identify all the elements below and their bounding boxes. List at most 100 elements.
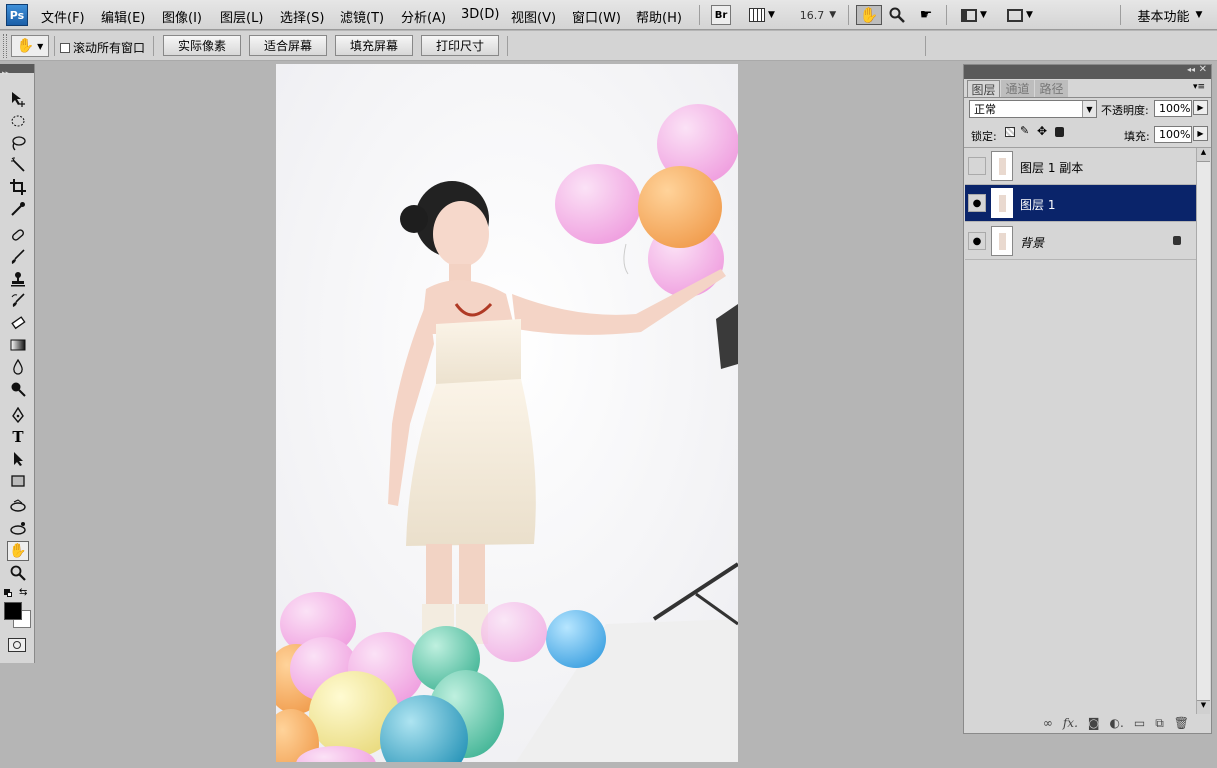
hand-icon: ✋ xyxy=(859,6,879,24)
fit-screen-button[interactable]: 适合屏幕 xyxy=(249,35,327,56)
crop-tool[interactable] xyxy=(7,177,29,197)
delete-layer-icon[interactable]: 🗑 xyxy=(1174,716,1189,730)
bridge-button[interactable]: Br xyxy=(711,5,731,25)
fill-slider-button[interactable]: ▶ xyxy=(1193,126,1208,141)
menu-3d[interactable]: 3D(D) xyxy=(461,7,499,22)
menu-layer[interactable]: 图层(L) xyxy=(220,7,263,26)
tool-preset-picker[interactable]: ✋ ▼ xyxy=(11,35,49,57)
layer-thumbnail xyxy=(991,188,1013,218)
hand-tool-button[interactable]: ✋ xyxy=(856,5,882,25)
opacity-label: 不透明度: xyxy=(1101,104,1149,117)
eye-icon[interactable]: ● xyxy=(968,232,986,250)
adjustment-layer-icon[interactable]: ◐. xyxy=(1110,716,1124,730)
layer-style-icon[interactable]: fx. xyxy=(1063,716,1078,730)
scroll-down-icon[interactable]: ▼ xyxy=(1197,700,1210,714)
menu-file[interactable]: 文件(F) xyxy=(41,7,85,26)
screen-mode-button[interactable]: ▼ xyxy=(1002,5,1038,25)
fill-input[interactable]: 100% xyxy=(1154,126,1192,143)
eraser-tool[interactable] xyxy=(7,313,29,333)
blur-tool[interactable] xyxy=(7,357,29,377)
history-brush-tool[interactable] xyxy=(7,291,29,311)
path-selection-tool[interactable] xyxy=(7,449,29,469)
pen-tool[interactable] xyxy=(7,405,29,425)
scroll-all-label: 滚动所有窗口 xyxy=(73,41,146,55)
layer-row[interactable]: ● 背景 xyxy=(965,223,1196,260)
view-extras-button[interactable]: ▼ xyxy=(745,5,779,25)
print-size-button[interactable]: 打印尺寸 xyxy=(421,35,499,56)
layers-footer: ∞ fx. ◙ ◐. ▭ ⧉ 🗑 xyxy=(964,713,1211,733)
default-colors-icon[interactable] xyxy=(4,589,12,597)
menu-select[interactable]: 选择(S) xyxy=(280,7,324,26)
tab-paths[interactable]: 路径 xyxy=(1035,80,1068,97)
3d-rotate-icon xyxy=(10,499,26,512)
close-panel-icon[interactable]: ✕ xyxy=(1199,64,1207,75)
marquee-tool[interactable] xyxy=(7,111,29,131)
actual-pixels-button[interactable]: 实际像素 xyxy=(163,35,241,56)
options-bar: ✋ ▼ 滚动所有窗口 实际像素 适合屏幕 填充屏幕 打印尺寸 xyxy=(0,31,1217,61)
workspace-switcher[interactable]: 基本功能 ▼ xyxy=(1130,5,1210,25)
hand-tool[interactable]: ✋ xyxy=(7,541,29,561)
swap-colors-icon[interactable]: ⇆ xyxy=(19,587,27,598)
3d-rotate-tool[interactable] xyxy=(7,497,29,517)
menu-view[interactable]: 视图(V) xyxy=(511,7,556,26)
zoom-tool[interactable] xyxy=(7,563,29,583)
gradient-tool[interactable] xyxy=(7,335,29,355)
tab-layers[interactable]: 图层 xyxy=(967,80,1000,97)
tab-channels[interactable]: 通道 xyxy=(1001,80,1034,97)
eyedropper-tool[interactable] xyxy=(7,199,29,219)
new-layer-icon[interactable]: ⧉ xyxy=(1155,716,1164,731)
3d-orbit-icon xyxy=(10,522,26,535)
type-tool[interactable]: T xyxy=(7,427,29,447)
scroll-all-windows-option[interactable]: 滚动所有窗口 xyxy=(60,39,145,56)
rotate-view-button[interactable]: ☛ xyxy=(914,5,938,25)
collapse-panel-icon[interactable]: ◂◂ xyxy=(1187,65,1195,74)
zoom-level[interactable]: 16.7 ▼ xyxy=(798,5,838,25)
blend-mode-select[interactable]: 正常 ▼ xyxy=(969,100,1097,118)
view-extras-icon xyxy=(749,8,766,22)
menu-image[interactable]: 图像(I) xyxy=(162,7,202,26)
opacity-input[interactable]: 100% xyxy=(1154,100,1192,117)
arrange-documents-button[interactable]: ▼ xyxy=(955,5,993,25)
3d-orbit-tool[interactable] xyxy=(7,519,29,539)
add-mask-icon[interactable]: ◙ xyxy=(1088,716,1100,730)
magic-wand-tool[interactable] xyxy=(7,155,29,175)
document-canvas[interactable] xyxy=(276,64,738,762)
rectangle-shape-icon xyxy=(11,475,25,487)
foreground-color-swatch[interactable] xyxy=(4,602,22,620)
zoom-tool-button[interactable] xyxy=(886,5,908,25)
shape-tool[interactable] xyxy=(7,471,29,491)
lock-all-icon[interactable] xyxy=(1055,127,1064,137)
lasso-tool[interactable] xyxy=(7,133,29,153)
layer-row-selected[interactable]: ● 图层 1 xyxy=(965,185,1196,222)
scroll-all-checkbox[interactable] xyxy=(60,42,70,53)
quick-mask-icon xyxy=(13,641,21,649)
layers-scrollbar[interactable]: ▲ ▼ xyxy=(1196,148,1210,714)
move-tool[interactable] xyxy=(7,89,29,109)
layer-thumbnail xyxy=(991,226,1013,256)
visibility-toggle[interactable] xyxy=(968,157,986,175)
menu-edit[interactable]: 编辑(E) xyxy=(101,7,145,26)
dodge-tool[interactable] xyxy=(7,379,29,399)
clone-stamp-tool[interactable] xyxy=(7,269,29,289)
scroll-up-icon[interactable]: ▲ xyxy=(1197,148,1210,162)
healing-brush-tool[interactable] xyxy=(7,225,29,245)
layer-row[interactable]: 图层 1 副本 xyxy=(965,148,1196,185)
new-group-icon[interactable]: ▭ xyxy=(1134,716,1145,730)
layer-name: 图层 1 副本 xyxy=(1020,161,1084,175)
menu-window[interactable]: 窗口(W) xyxy=(572,7,621,26)
type-icon: T xyxy=(12,428,24,446)
menu-help[interactable]: 帮助(H) xyxy=(636,7,682,26)
menu-analysis[interactable]: 分析(A) xyxy=(401,7,446,26)
opacity-slider-button[interactable]: ▶ xyxy=(1193,100,1208,115)
menu-filter[interactable]: 滤镜(T) xyxy=(340,7,384,26)
lock-position-icon[interactable]: ✥ xyxy=(1037,124,1047,138)
quick-mask-button[interactable] xyxy=(8,638,26,652)
fill-screen-button[interactable]: 填充屏幕 xyxy=(335,35,413,56)
link-layers-icon[interactable]: ∞ xyxy=(1043,716,1053,730)
eye-icon[interactable]: ● xyxy=(968,194,986,212)
lock-transparent-icon[interactable] xyxy=(1005,127,1015,137)
arrange-icon xyxy=(961,8,978,22)
brush-tool[interactable] xyxy=(7,247,29,267)
lock-pixels-icon[interactable]: ✎ xyxy=(1020,124,1029,137)
panel-menu-icon[interactable]: ▾≡ xyxy=(1193,82,1205,92)
